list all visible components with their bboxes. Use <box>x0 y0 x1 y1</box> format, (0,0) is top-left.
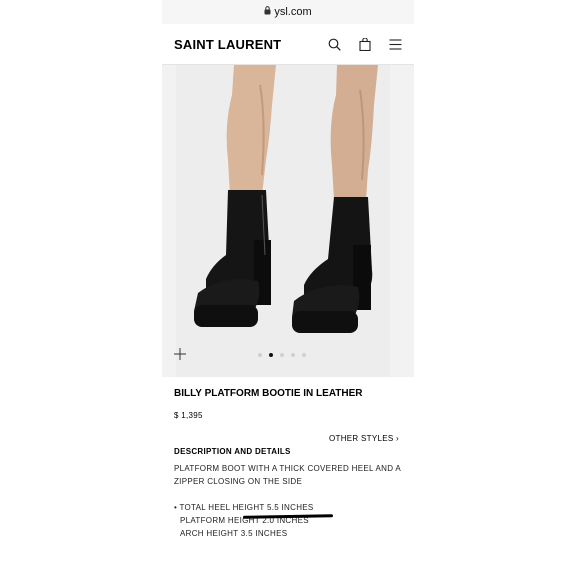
menu-icon[interactable] <box>389 38 402 50</box>
url-bar[interactable]: ysl.com <box>162 0 414 24</box>
carousel-dot[interactable] <box>302 353 306 357</box>
carousel-dot[interactable] <box>291 353 295 357</box>
description-line: ZIPPER CLOSING ON THE SIDE <box>174 477 303 486</box>
details-list: • TOTAL HEEL HEIGHT 5.5 INCHES PLATFORM … <box>174 501 402 540</box>
product-price: $ 1,395 <box>174 411 203 420</box>
carousel-dots <box>258 353 306 357</box>
description-line: PLATFORM BOOT WITH A THICK COVERED HEEL … <box>174 464 402 473</box>
search-icon[interactable] <box>328 38 341 51</box>
carousel-dot-active[interactable] <box>269 353 273 357</box>
product-title: BILLY PLATFORM BOOTIE IN LEATHER <box>174 388 363 399</box>
description-heading: DESCRIPTION AND DETAILS <box>174 447 291 456</box>
product-image[interactable] <box>162 65 414 377</box>
phone-screen: ysl.com SAINT LAURENT BILLY PLATFORM BOO… <box>162 0 414 580</box>
detail-item: ARCH HEIGHT 3.5 INCHES <box>180 529 288 538</box>
zoom-plus-icon[interactable] <box>174 347 186 365</box>
carousel-dot[interactable] <box>280 353 284 357</box>
detail-item: • TOTAL HEEL HEIGHT 5.5 INCHES <box>174 503 314 512</box>
carousel-dot[interactable] <box>258 353 262 357</box>
other-styles-link[interactable]: OTHER STYLES › <box>174 434 402 443</box>
site-header: SAINT LAURENT <box>162 24 414 65</box>
url-text[interactable]: ysl.com <box>274 6 311 18</box>
bag-icon[interactable] <box>359 37 371 51</box>
lock-icon <box>264 6 271 18</box>
boots-photo <box>162 65 414 377</box>
brand-logo[interactable]: SAINT LAURENT <box>174 37 281 52</box>
description-text: PLATFORM BOOT WITH A THICK COVERED HEEL … <box>174 462 402 488</box>
